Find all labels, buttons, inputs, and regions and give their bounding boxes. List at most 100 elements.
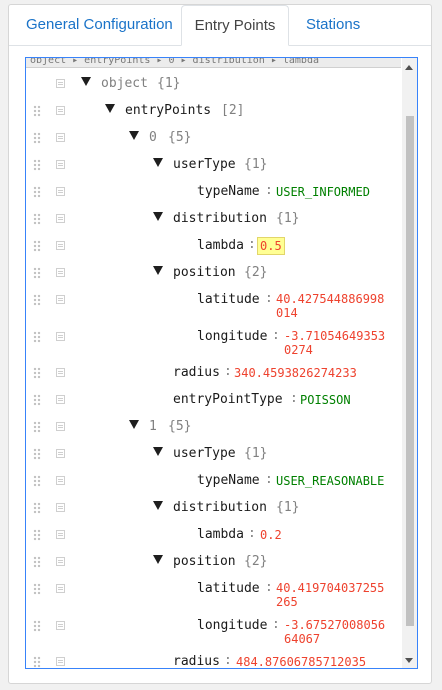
drag-handle-icon[interactable]	[33, 294, 41, 306]
context-menu-icon[interactable]	[56, 476, 65, 485]
drag-handle-icon[interactable]	[33, 502, 41, 514]
drag-handle-icon[interactable]	[33, 475, 41, 487]
expand-toggle-icon[interactable]	[129, 131, 139, 140]
field-value[interactable]: 484.87606785712035	[236, 654, 366, 668]
field-value[interactable]: 340.4593826274233	[234, 365, 357, 381]
field-value[interactable]: 40.427544886998 014	[276, 292, 384, 320]
expand-toggle-icon[interactable]	[81, 77, 91, 86]
context-menu-icon[interactable]	[56, 241, 65, 250]
context-menu-icon[interactable]	[56, 268, 65, 277]
context-menu-icon[interactable]	[56, 422, 65, 431]
field-key[interactable]: typeName	[197, 473, 260, 489]
context-menu-icon[interactable]	[56, 187, 65, 196]
navigation-bar[interactable]: object ▸ entryPoints ▸ 0 ▸ distribution …	[26, 58, 401, 68]
field-value[interactable]: 0.5	[257, 237, 285, 255]
expand-toggle-icon[interactable]	[105, 104, 115, 113]
scroll-up-arrow-icon[interactable]	[405, 65, 413, 70]
field-key[interactable]: lambda	[197, 238, 244, 254]
context-menu-icon[interactable]	[56, 557, 65, 566]
context-menu-icon[interactable]	[56, 368, 65, 377]
drag-handle-icon[interactable]	[33, 267, 41, 279]
field-key[interactable]: userType	[173, 446, 236, 462]
tab-entry-points[interactable]: Entry Points	[181, 5, 289, 46]
context-menu-icon[interactable]	[56, 106, 65, 115]
field-key[interactable]: position	[173, 265, 236, 281]
drag-handle-icon[interactable]	[33, 367, 41, 379]
tab-bar: General Configuration Entry Points Stati…	[9, 5, 431, 46]
expand-toggle-icon[interactable]	[153, 266, 163, 275]
field-key[interactable]: entryPoints	[125, 103, 211, 119]
tree-row-distribution: distribution {1}	[26, 494, 401, 521]
field-value[interactable]: 0.2	[260, 527, 282, 543]
tree-row-root: object {1}	[26, 70, 401, 97]
scrollbar-thumb[interactable]	[406, 116, 414, 626]
field-key[interactable]: radius	[173, 365, 220, 381]
expand-toggle-icon[interactable]	[129, 420, 139, 429]
drag-handle-icon[interactable]	[33, 213, 41, 225]
context-menu-icon[interactable]	[56, 133, 65, 142]
field-key[interactable]: latitude	[197, 292, 260, 308]
field-key[interactable]: distribution	[173, 211, 267, 227]
drag-handle-icon[interactable]	[33, 556, 41, 568]
context-menu-icon[interactable]	[56, 395, 65, 404]
drag-handle-icon[interactable]	[33, 105, 41, 117]
context-menu-icon[interactable]	[56, 295, 65, 304]
field-key[interactable]: longitude	[197, 618, 267, 634]
field-value[interactable]: -3.67527008056 64067	[284, 618, 385, 646]
expand-toggle-icon[interactable]	[153, 501, 163, 510]
tree-row-longitude: longitude : -3.67527008056 64067	[26, 612, 401, 649]
expand-toggle-icon[interactable]	[153, 447, 163, 456]
drag-handle-icon[interactable]	[33, 240, 41, 252]
drag-handle-icon[interactable]	[33, 529, 41, 541]
drag-handle-icon[interactable]	[33, 394, 41, 406]
context-menu-icon[interactable]	[56, 214, 65, 223]
context-menu-icon[interactable]	[56, 160, 65, 169]
context-menu-icon[interactable]	[56, 503, 65, 512]
field-value[interactable]: USER_REASONABLE	[276, 473, 384, 489]
drag-handle-icon[interactable]	[33, 448, 41, 460]
expand-toggle-icon[interactable]	[153, 555, 163, 564]
field-value[interactable]: -3.71054649353 0274	[284, 329, 385, 357]
tree-row-latitude: latitude : 40.427544886998 014	[26, 286, 401, 323]
tab-stations[interactable]: Stations	[306, 5, 360, 45]
drag-handle-icon[interactable]	[33, 583, 41, 595]
field-key[interactable]: distribution	[173, 500, 267, 516]
vertical-scrollbar[interactable]	[402, 58, 417, 668]
expand-toggle-icon[interactable]	[153, 158, 163, 167]
context-menu-icon[interactable]	[56, 584, 65, 593]
expand-toggle-icon[interactable]	[153, 212, 163, 221]
drag-handle-icon[interactable]	[33, 656, 41, 668]
field-key[interactable]: position	[173, 554, 236, 570]
drag-handle-icon[interactable]	[33, 159, 41, 171]
field-key[interactable]: longitude	[197, 329, 267, 345]
field-key[interactable]: radius	[173, 654, 220, 668]
context-menu-icon[interactable]	[56, 332, 65, 341]
drag-handle-icon[interactable]	[33, 331, 41, 343]
tree-row-longitude: longitude : -3.71054649353 0274	[26, 323, 401, 360]
drag-handle-icon[interactable]	[33, 132, 41, 144]
field-key[interactable]: typeName	[197, 184, 260, 200]
context-menu-icon[interactable]	[56, 621, 65, 630]
field-key[interactable]: userType	[173, 157, 236, 173]
tab-general-configuration[interactable]: General Configuration	[26, 5, 173, 45]
config-panel: General Configuration Entry Points Stati…	[8, 4, 432, 684]
colon-separator: :	[272, 328, 280, 343]
field-value[interactable]: USER_INFORMED	[276, 184, 370, 200]
context-menu-icon[interactable]	[56, 530, 65, 539]
scroll-down-arrow-icon[interactable]	[405, 658, 413, 663]
context-menu-icon[interactable]	[56, 79, 65, 88]
context-menu-icon[interactable]	[56, 657, 65, 666]
drag-handle-icon[interactable]	[33, 421, 41, 433]
context-menu-icon[interactable]	[56, 449, 65, 458]
json-tree-editor: object ▸ entryPoints ▸ 0 ▸ distribution …	[25, 57, 418, 669]
field-key[interactable]: latitude	[197, 581, 260, 597]
field-key[interactable]: lambda	[197, 527, 244, 543]
tree-row-radius: radius : 484.87606785712035	[26, 648, 401, 668]
field-value[interactable]: 40.419704037255 265	[276, 581, 384, 609]
drag-handle-icon[interactable]	[33, 186, 41, 198]
item-count: {1}	[244, 157, 268, 172]
field-key[interactable]: entryPointType	[173, 392, 283, 408]
item-count: {1}	[276, 500, 300, 515]
drag-handle-icon[interactable]	[33, 620, 41, 632]
field-value[interactable]: POISSON	[300, 392, 351, 408]
